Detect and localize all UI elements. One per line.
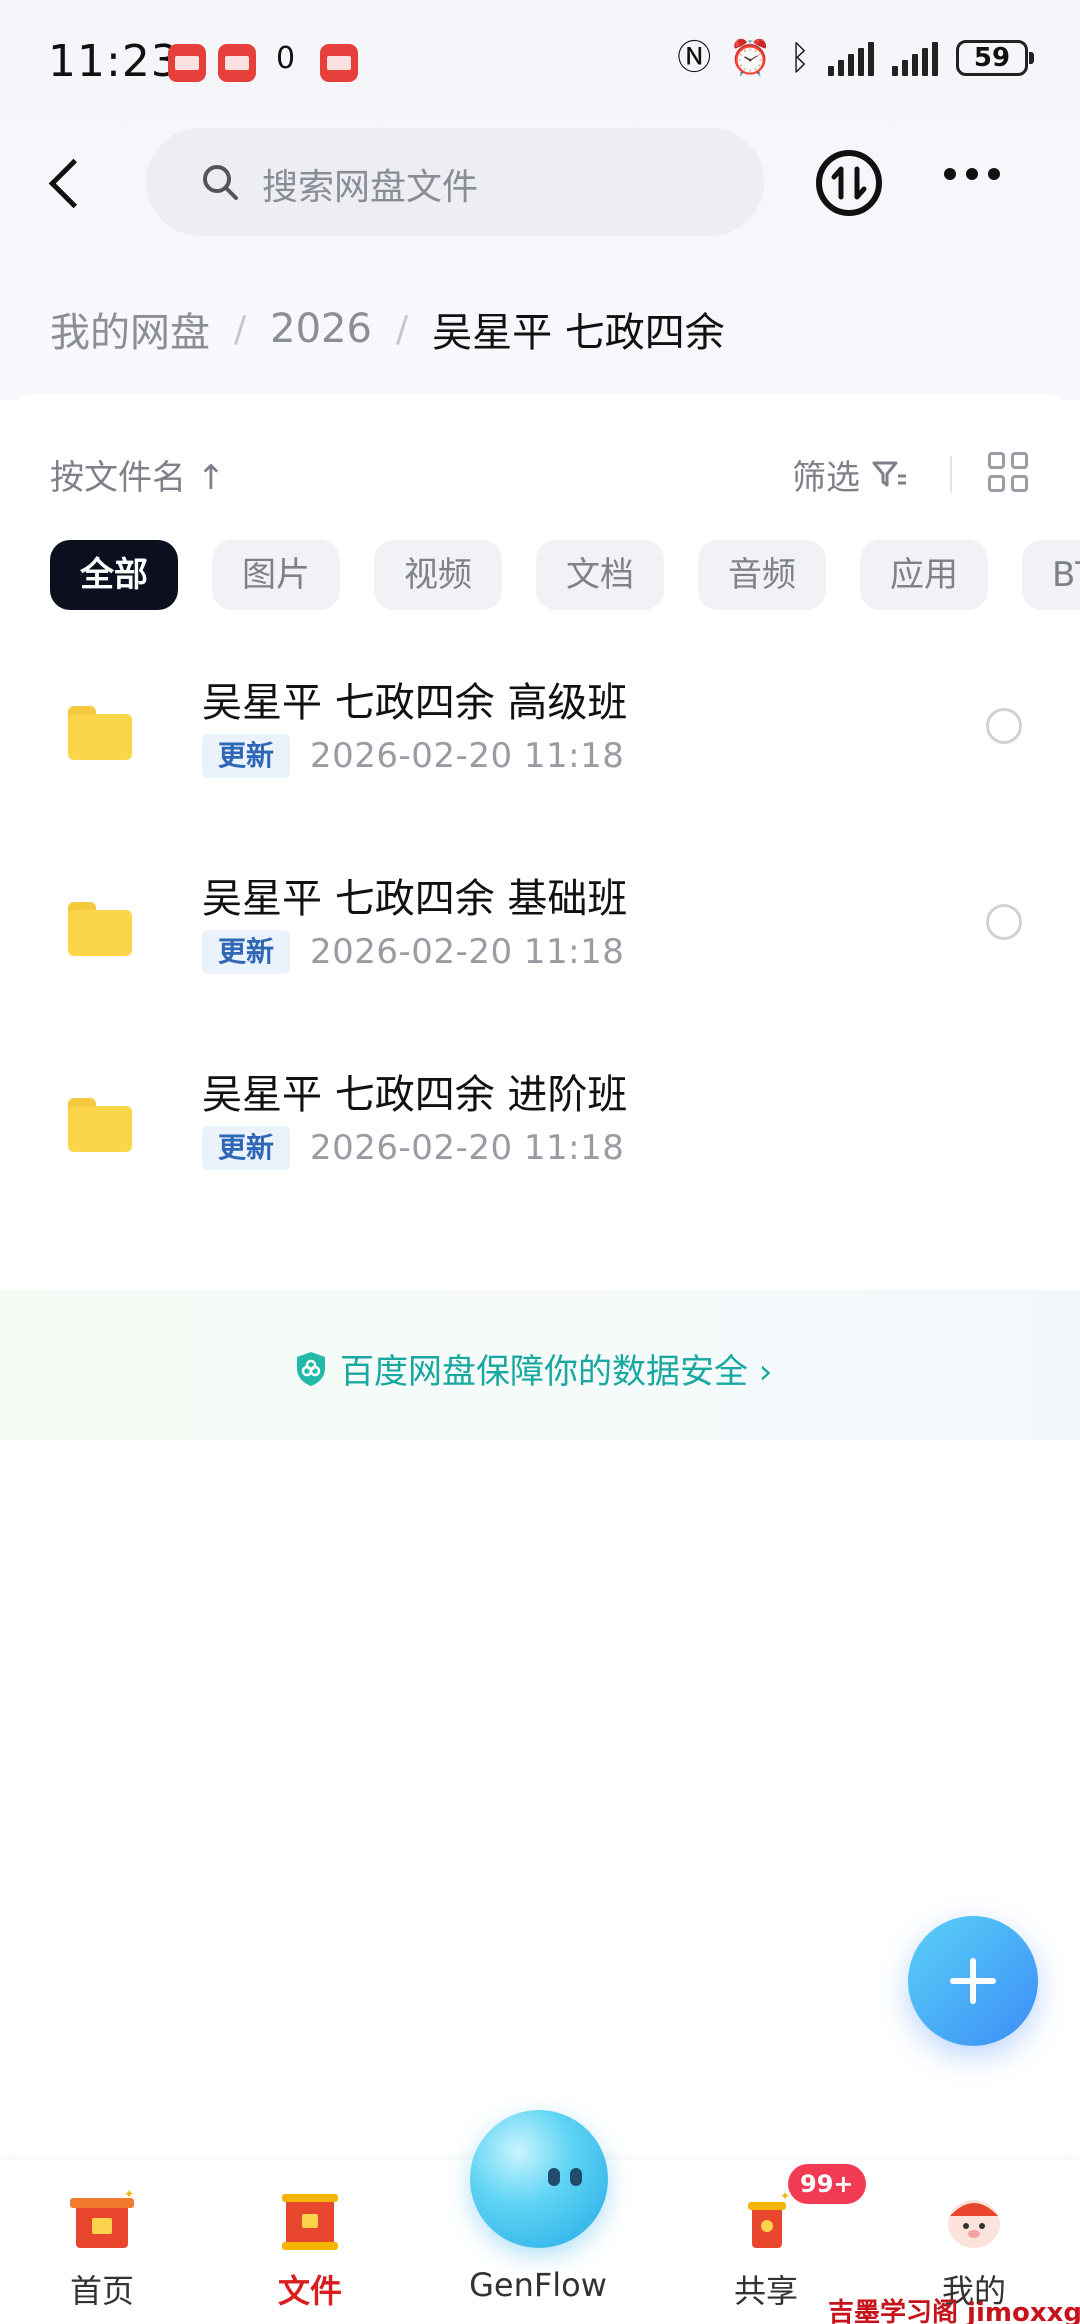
tab-files-label: 文件 [277, 2272, 342, 2310]
breadcrumb-separator: / [234, 308, 247, 350]
sort-by-name-button[interactable]: 按文件名 ↑ [50, 450, 225, 499]
huawei-store-icon [168, 44, 206, 82]
tab-files[interactable]: 文件 [210, 2160, 410, 2324]
chip-audio[interactable]: 音频 [698, 540, 826, 610]
toolbar-divider [950, 456, 952, 492]
breadcrumb-my-drive[interactable]: 我的网盘 [50, 300, 210, 358]
list-item[interactable]: 吴星平 七政四余 进阶班 更新 2026-02-20 11:18 [0, 1042, 1080, 1238]
filter-button[interactable]: 筛选 [792, 450, 908, 499]
list-item[interactable]: 吴星平 七政四余 基础班 更新 2026-02-20 11:18 [0, 846, 1080, 1042]
tab-home-label: 首页 [69, 2272, 134, 2310]
file-name: 吴星平 七政四余 高级班 [202, 680, 628, 726]
file-browser-screen: 11:23 0 Ⓝ ⏰ ᛒ 59 搜索网盘文件 我的网盘 / 2026 / 吴星… [0, 0, 1080, 2324]
chip-documents[interactable]: 文档 [536, 540, 664, 610]
breadcrumb-2026[interactable]: 2026 [270, 306, 372, 352]
profile-avatar-icon [948, 2200, 1000, 2248]
home-gate-icon: ✦ [70, 2188, 134, 2248]
list-item[interactable]: 吴星平 七政四余 高级班 更新 2026-02-20 11:18 [0, 650, 1080, 846]
search-icon [203, 165, 238, 200]
search-input[interactable]: 搜索网盘文件 [146, 128, 764, 236]
share-notification-badge: 99+ [788, 2164, 866, 2204]
share-lantern-icon: ✦ [748, 2189, 790, 2248]
chip-apps[interactable]: 应用 [860, 540, 988, 610]
updated-badge: 更新 [202, 734, 291, 778]
breadcrumb-separator: / [395, 308, 409, 350]
tab-home[interactable]: ✦ 首页 [2, 2160, 202, 2324]
select-radio[interactable] [986, 904, 1022, 940]
genflow-orb-icon[interactable] [470, 2110, 608, 2248]
select-radio[interactable] [986, 708, 1022, 744]
folder-icon [68, 1098, 132, 1152]
status-bar: 11:23 0 Ⓝ ⏰ ᛒ 59 [0, 0, 1080, 120]
signal-icon [828, 40, 874, 76]
status-time: 11:23 [48, 36, 180, 87]
link-icon: 0 [276, 41, 296, 76]
updated-badge: 更新 [202, 930, 291, 974]
file-modified-time: 2026-02-20 11:18 [310, 932, 625, 972]
file-type-chips: 全部 图片 视频 文档 音频 应用 BT [50, 540, 1080, 610]
back-arrow-icon[interactable] [40, 148, 90, 218]
chip-images[interactable]: 图片 [212, 540, 340, 610]
file-modified-time: 2026-02-20 11:18 [310, 1128, 625, 1168]
folder-icon [68, 706, 132, 760]
signal-icon [892, 40, 938, 76]
battery-icon: 59 [956, 40, 1034, 76]
bluetooth-icon: ᛒ [789, 38, 810, 78]
grid-view-icon[interactable] [988, 452, 1028, 492]
status-icons: Ⓝ ⏰ ᛒ 59 [677, 38, 1034, 78]
chip-all[interactable]: 全部 [50, 540, 178, 610]
huawei-store-icon [218, 44, 256, 82]
file-name: 吴星平 七政四余 进阶班 [202, 1072, 628, 1118]
transfer-list-button[interactable] [816, 150, 882, 216]
add-button[interactable] [908, 1916, 1038, 2046]
shield-icon [297, 1351, 325, 1386]
breadcrumb: 我的网盘 / 2026 / 吴星平 七政四余 [50, 300, 725, 358]
data-safety-link[interactable]: 百度网盘保障你的数据安全 › [294, 1344, 772, 1393]
search-placeholder: 搜索网盘文件 [262, 167, 479, 208]
filter-icon [872, 461, 906, 486]
folder-icon [68, 902, 132, 956]
updated-badge: 更新 [202, 1126, 291, 1170]
filter-label: 筛选 [792, 458, 860, 498]
notification-app-icon [320, 44, 358, 82]
more-options-icon[interactable] [944, 168, 1000, 180]
data-safety-text: 百度网盘保障你的数据安全 › [340, 1352, 773, 1392]
chip-videos[interactable]: 视频 [374, 540, 502, 610]
transfer-arrows-icon [831, 166, 867, 200]
files-scroll-icon [282, 2194, 338, 2250]
watermark: 吉墨学习阁 jimoxxg.com [828, 2298, 1080, 2324]
file-modified-time: 2026-02-20 11:18 [310, 736, 625, 776]
svg-text:✦: ✦ [124, 2188, 134, 2201]
tab-genflow-label: GenFlow [469, 2266, 607, 2304]
chip-bt[interactable]: BT [1022, 540, 1080, 610]
breadcrumb-current: 吴星平 七政四余 [432, 310, 725, 356]
alarm-icon: ⏰ [729, 38, 772, 78]
nfc-icon: Ⓝ [677, 38, 712, 78]
file-name: 吴星平 七政四余 基础班 [202, 876, 628, 922]
